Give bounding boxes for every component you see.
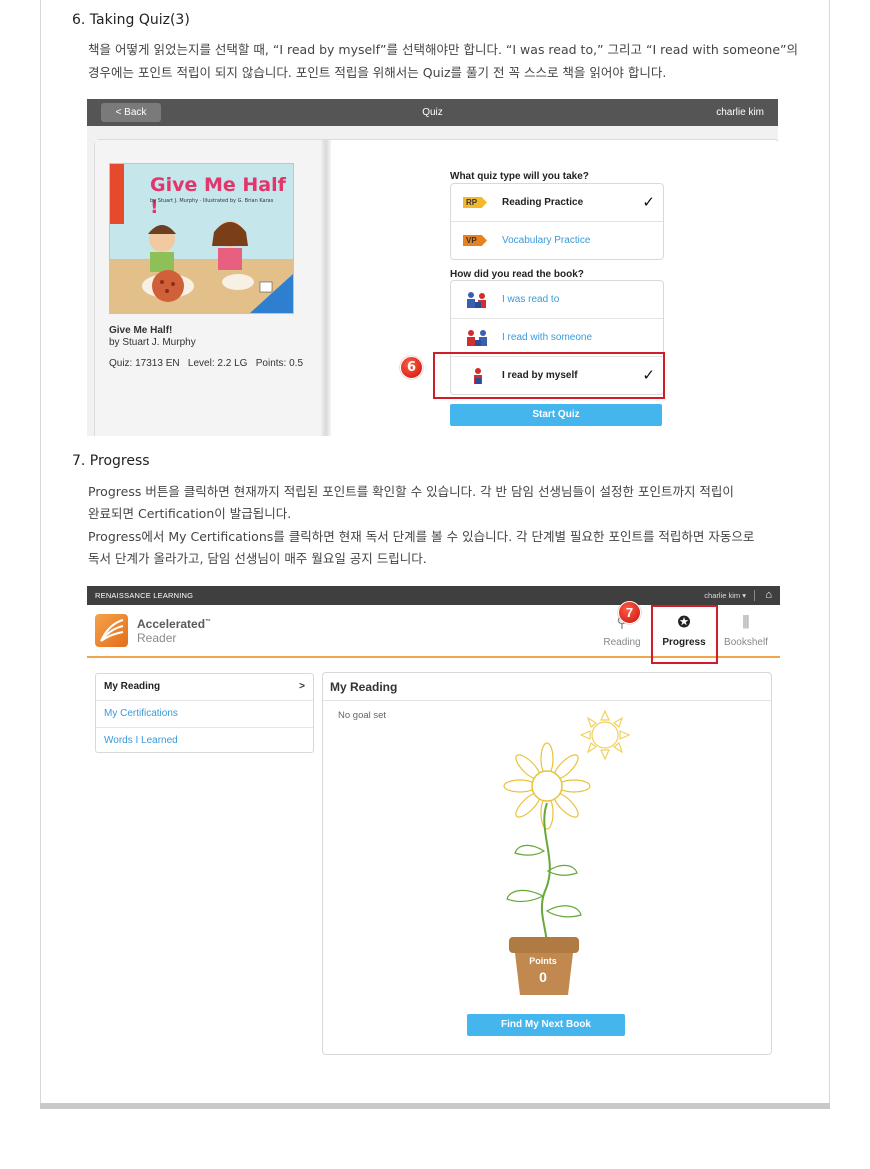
book-pages-icon xyxy=(100,619,124,642)
quiz-top-bar: Quiz < Back charlie kim xyxy=(87,99,778,126)
vp-badge: VP xyxy=(463,235,487,246)
nav-reading-label: Reading xyxy=(603,637,641,648)
book-info-page: Give Me Half ! by Stuart J. Murphy · Ill… xyxy=(95,140,328,436)
section-6-text-line-1: 책을 어떻게 읽었는지를 선택할 때, “I read by myself”를 … xyxy=(88,42,799,57)
flower-icon xyxy=(503,742,591,964)
user-name[interactable]: charlie kim xyxy=(716,99,764,126)
section-7-text-line-3: Progress에서 My Certifications를 클릭하면 현재 독서… xyxy=(88,529,755,544)
sidebar-item-my-certifications[interactable]: My Certifications xyxy=(96,701,313,728)
home-icon[interactable]: ⌂ xyxy=(765,589,772,601)
progress-sidebar: My Reading > My Certifications Words I L… xyxy=(95,673,314,753)
my-reading-panel: My Reading No goal set Points 0 Find My … xyxy=(322,672,772,1055)
cover-byline: by Stuart J. Murphy · Illustrated by G. … xyxy=(150,198,274,204)
quiz-type-heading: What quiz type will you take? xyxy=(450,171,589,182)
sidebar-item-label: My Reading xyxy=(104,681,161,692)
section-7-text-line-1: Progress 버튼을 클릭하면 현재까지 적립된 포인트를 확인할 수 있습… xyxy=(88,484,734,499)
quiz-screenshot: Quiz < Back charlie kim Give Me Half ! b… xyxy=(87,99,778,436)
option-label: I was read to xyxy=(502,294,560,305)
start-quiz-button[interactable]: Start Quiz xyxy=(450,404,662,426)
book-gutter xyxy=(321,140,331,436)
chevron-right-icon: > xyxy=(299,681,305,692)
quiz-type-options: RP Reading Practice ✓ VP Vocabulary Prac… xyxy=(450,183,664,260)
book-author: by Stuart J. Murphy xyxy=(109,337,196,348)
progress-screenshot: RENAISSANCE LEARNING charlie kim ▾ ⌂ Acc… xyxy=(87,586,780,1056)
section-7-heading: 7. Progress xyxy=(72,453,150,469)
section-6-heading: 6. Taking Quiz(3) xyxy=(72,12,190,28)
highlight-box-6 xyxy=(433,352,665,399)
sidebar-item-label: My Certifications xyxy=(104,708,178,719)
find-my-next-book-button[interactable]: Find My Next Book xyxy=(467,1014,625,1036)
sun-icon xyxy=(579,709,631,761)
sidebar-item-label: Words I Learned xyxy=(104,735,178,746)
step-marker-6: 6 xyxy=(400,356,423,379)
renaissance-logo: RENAISSANCE LEARNING xyxy=(95,591,194,600)
back-button[interactable]: < Back xyxy=(101,103,161,122)
option-vocabulary-practice[interactable]: VP Vocabulary Practice xyxy=(451,222,663,259)
section-7-text-line-4: 독서 단계가 올라가고, 담임 선생님이 매주 월요일 공지 드립니다. xyxy=(88,551,427,566)
option-label: Vocabulary Practice xyxy=(502,235,591,246)
option-label: I read with someone xyxy=(502,332,593,343)
step-marker-7: 7 xyxy=(618,601,641,624)
pot-icon xyxy=(509,937,579,995)
bottom-divider xyxy=(40,1103,830,1109)
option-i-was-read-to[interactable]: I was read to xyxy=(451,281,663,319)
nav-bookshelf[interactable]: ⫼ Bookshelf xyxy=(721,605,771,656)
accelerated-reader-logo xyxy=(95,614,128,647)
rp-badge: RP xyxy=(463,197,487,208)
points-label: Points xyxy=(529,956,557,966)
read-with-icon xyxy=(467,330,487,346)
section-6-text-line-2: 경우에는 포인트 적립이 되지 않습니다. 포인트 적립을 위해서는 Quiz를… xyxy=(88,65,667,80)
book-cover-image: Give Me Half ! by Stuart J. Murphy · Ill… xyxy=(109,163,294,314)
app-name: Accelerated™ xyxy=(137,617,211,631)
books-icon: ⫼ xyxy=(742,614,750,631)
trademark: ™ xyxy=(205,619,212,625)
user-menu[interactable]: charlie kim ▾ xyxy=(704,586,746,605)
sidebar-item-my-reading[interactable]: My Reading > xyxy=(96,674,313,701)
highlight-box-7 xyxy=(651,605,718,664)
option-label: Reading Practice xyxy=(502,197,584,208)
book-quiz-info: Quiz: 17313 EN Level: 2.2 LG Points: 0.5 xyxy=(109,358,303,369)
nav-bookshelf-label: Bookshelf xyxy=(724,637,768,648)
book-title: Give Me Half! xyxy=(109,325,173,336)
app-subname: Reader xyxy=(137,631,177,645)
read-method-heading: How did you read the book? xyxy=(450,269,584,280)
quiz-title: Quiz xyxy=(422,107,443,118)
panel-title: My Reading xyxy=(323,673,771,701)
cover-title: Give Me Half ! xyxy=(150,174,286,218)
points-value: 0 xyxy=(539,969,547,985)
app-name-text: Accelerated xyxy=(137,617,206,631)
checkmark-icon: ✓ xyxy=(642,194,655,211)
section-7-text-line-2: 완료되면 Certification이 발급됩니다. xyxy=(88,506,292,521)
renaissance-top-bar: RENAISSANCE LEARNING charlie kim ▾ ⌂ xyxy=(87,586,780,605)
read-to-icon xyxy=(467,292,486,308)
divider xyxy=(754,590,755,601)
sidebar-item-words-i-learned[interactable]: Words I Learned xyxy=(96,728,313,754)
sunflower-illustration xyxy=(503,709,631,995)
option-reading-practice[interactable]: RP Reading Practice ✓ xyxy=(451,184,663,222)
